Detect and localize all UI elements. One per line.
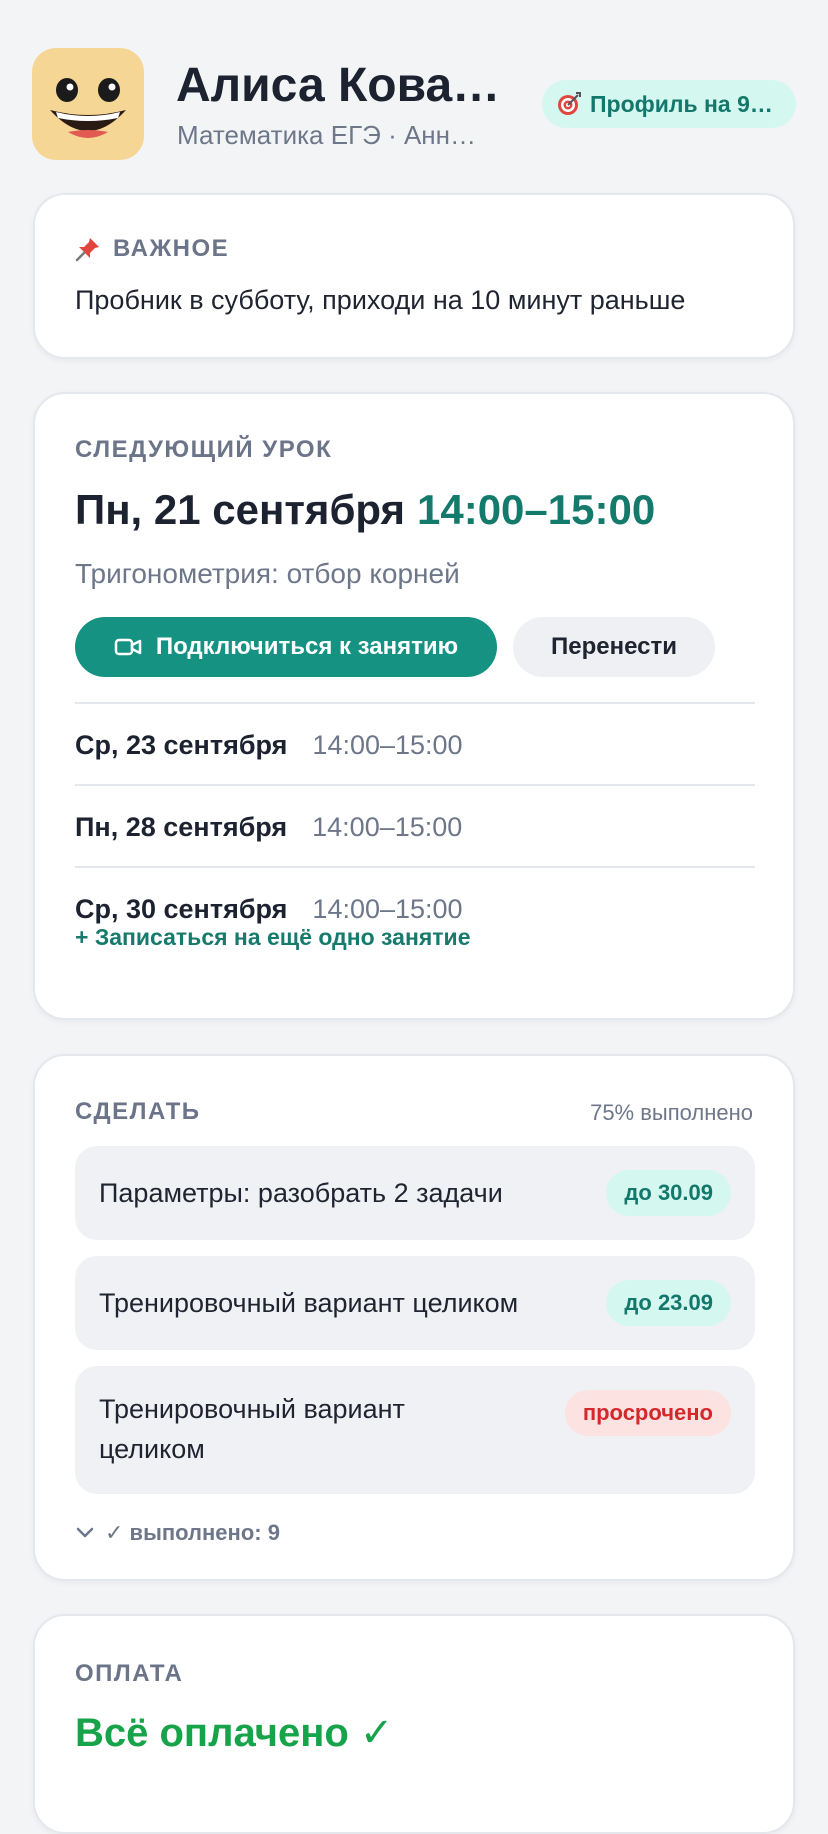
lesson-row-time: 14:00–15:00 [312,893,463,924]
join-lesson-label: Подключиться к занятию [155,633,459,660]
task-due-badge: до 23.09 [606,1280,731,1326]
target-icon [558,92,581,115]
payment-status: Всё оплачено ✓ [75,1711,394,1755]
join-lesson-button[interactable]: Подключиться к занятию [75,617,497,677]
task-item[interactable]: Тренировочный вариант целиком до 23.09 [75,1256,755,1350]
important-title: ВАЖНОЕ [75,235,229,263]
important-card: ВАЖНОЕ Пробник в субботу, приходи на 10 … [33,193,795,359]
next-lesson-card: СЛЕДУЮЩИЙ УРОК Пн, 21 сентября 14:00–15:… [33,392,795,1020]
task-text: Параметры: разобрать 2 задачи [99,1178,503,1208]
pin-icon [75,238,99,262]
smiley-face-icon [50,78,126,138]
important-label: ВАЖНОЕ [113,235,230,262]
next-lesson-time: 14:00–15:00 [417,486,656,533]
next-lesson-topic: Тригонометрия: отбор корней [75,558,460,589]
lesson-row[interactable]: Пн, 28 сентября 14:00–15:00 [75,784,755,868]
lesson-row-date: Ср, 23 сентября [75,729,288,760]
goal-chip-label: Профиль на 9… [590,90,773,117]
student-subtitle: Математика ЕГЭ · Анн… [177,120,477,150]
todo-progress: 75% выполнено [590,1100,753,1125]
lesson-row[interactable]: Ср, 23 сентября 14:00–15:00 [75,702,755,786]
lesson-row-date: Пн, 28 сентября [75,811,288,842]
task-text: Тренировочный вариант целиком [99,1288,519,1318]
task-overdue-badge: просрочено [564,1390,731,1436]
reschedule-button[interactable]: Перенести [513,617,715,677]
next-lesson-label: СЛЕДУЮЩИЙ УРОК [75,436,333,463]
goal-chip[interactable]: Профиль на 9… [542,80,796,128]
todo-card: СДЕЛАТЬ 75% выполнено Параметры: разобра… [33,1054,795,1581]
avatar[interactable] [32,48,144,160]
profile-header: Алиса Кова… Математика ЕГЭ · Анн… Профил… [32,48,796,160]
lesson-row-time: 14:00–15:00 [312,729,463,760]
task-due-badge: до 30.09 [606,1170,731,1216]
task-text: Тренировочный вариант целиком [99,1394,405,1464]
completed-tasks-toggle[interactable]: ✓ выполнено: 9 [75,1520,280,1546]
completed-tasks-label: ✓ выполнено: 9 [105,1520,280,1545]
student-name: Алиса Кова… [176,59,501,112]
next-lesson-date: Пн, 21 сентября [75,486,405,533]
todo-label: СДЕЛАТЬ [75,1098,201,1125]
video-camera-icon [114,638,142,656]
chevron-down-icon [76,1527,94,1538]
book-lesson-link[interactable]: + Записаться на ещё одно занятие [75,924,470,951]
important-text: Пробник в субботу, приходи на 10 минут р… [75,285,686,315]
lesson-row-date: Ср, 30 сентября [75,893,288,924]
payment-label: ОПЛАТА [75,1660,184,1687]
payment-card: ОПЛАТА Всё оплачено ✓ [33,1614,795,1834]
task-item[interactable]: Параметры: разобрать 2 задачи до 30.09 [75,1146,755,1240]
lesson-row-time: 14:00–15:00 [312,811,463,842]
task-item[interactable]: Тренировочный вариант целиком просрочено [75,1366,755,1494]
